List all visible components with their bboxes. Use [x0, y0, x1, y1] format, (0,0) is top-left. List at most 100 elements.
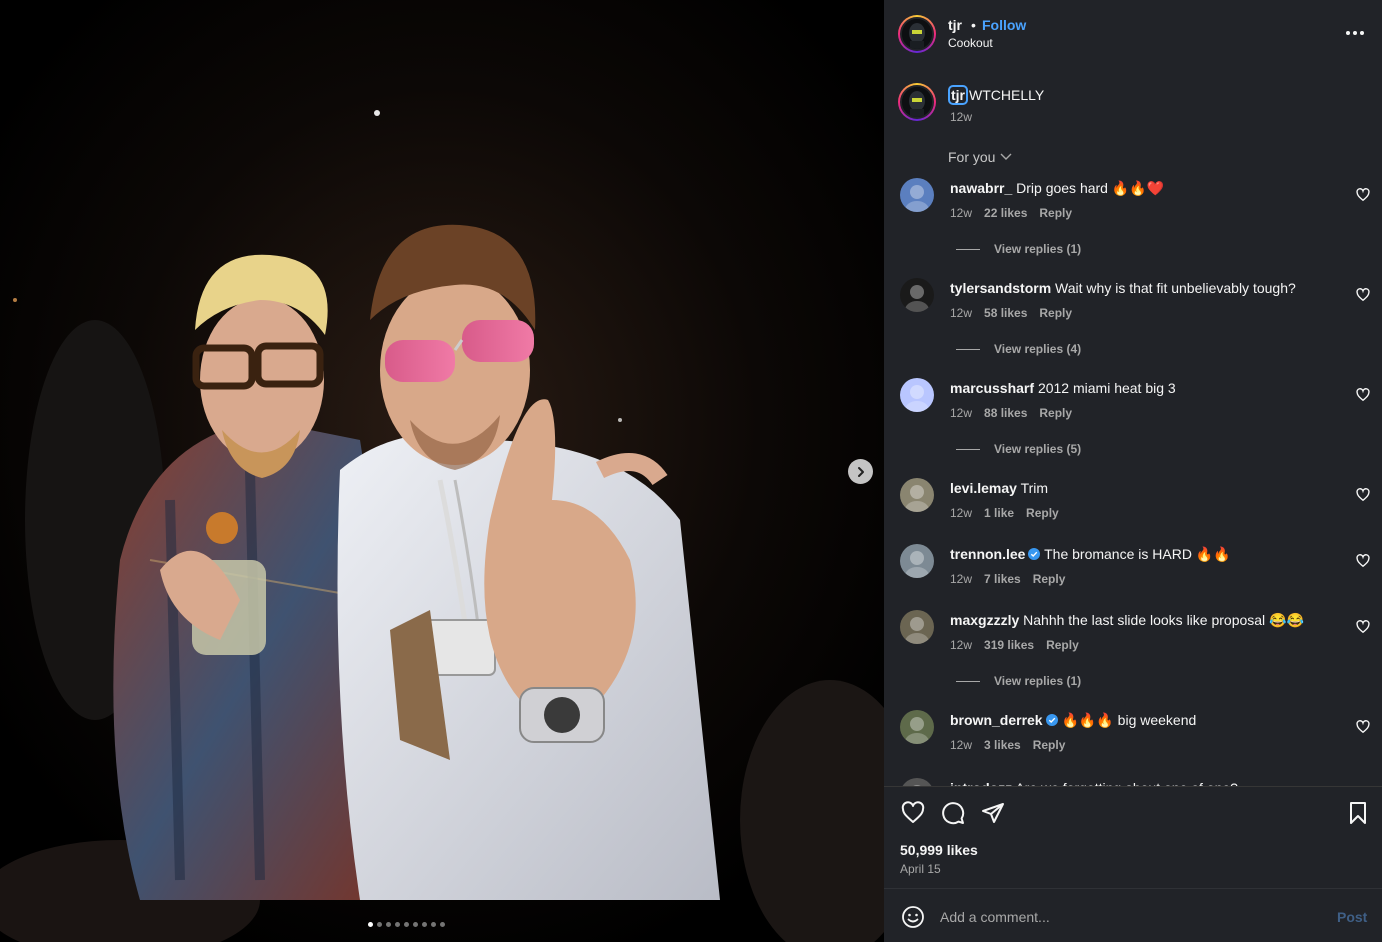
- comment-text: The bromance is HARD 🔥🔥: [1044, 546, 1231, 562]
- commenter-username[interactable]: brown_derrek: [950, 712, 1043, 728]
- carousel-dot: [431, 922, 436, 927]
- comment-meta: 12w 3 likes Reply: [950, 738, 1065, 752]
- commenter-username[interactable]: trennon.lee: [950, 546, 1025, 562]
- post-date[interactable]: April 15: [900, 862, 941, 876]
- verified-badge-icon: [1045, 714, 1058, 726]
- commenter-username[interactable]: levi.lemay: [950, 480, 1017, 496]
- comment-time[interactable]: 12w: [950, 638, 972, 652]
- comment-item: tylersandstorm Wait why is that fit unbe…: [884, 272, 1382, 368]
- commenter-avatar[interactable]: [900, 378, 934, 412]
- view-replies-button[interactable]: View replies (1): [956, 674, 1081, 688]
- comment-item: nawabrr_ Drip goes hard 🔥🔥❤️ 12w 22 like…: [884, 172, 1382, 268]
- heart-icon[interactable]: [1356, 488, 1370, 502]
- reply-button[interactable]: Reply: [1046, 638, 1079, 652]
- heart-icon[interactable]: [1356, 620, 1370, 634]
- comment-item: marcussharf 2012 miami heat big 3 12w 88…: [884, 372, 1382, 468]
- post-media[interactable]: [0, 0, 884, 942]
- divider: [884, 786, 1382, 787]
- commenter-avatar[interactable]: [900, 178, 934, 212]
- comment-body: marcussharf 2012 miami heat big 3: [950, 380, 1176, 396]
- comment-item: trennon.lee The bromance is HARD 🔥🔥 12w …: [884, 538, 1382, 598]
- comment-time[interactable]: 12w: [950, 506, 972, 520]
- commenter-avatar[interactable]: [900, 544, 934, 578]
- reply-button[interactable]: Reply: [1039, 306, 1072, 320]
- reply-button[interactable]: Reply: [1026, 506, 1059, 520]
- reply-button[interactable]: Reply: [1033, 738, 1066, 752]
- comment-body: maxgzzzly Nahhh the last slide looks lik…: [950, 612, 1304, 629]
- follow-button[interactable]: Follow: [982, 17, 1026, 33]
- carousel-dot: [440, 922, 445, 927]
- commenter-username[interactable]: marcussharf: [950, 380, 1034, 396]
- view-replies-button[interactable]: View replies (5): [956, 442, 1081, 456]
- comment-item: brown_derrek 🔥🔥🔥 big weekend 12w 3 likes…: [884, 704, 1382, 764]
- view-replies-label: View replies (1): [994, 242, 1082, 256]
- more-options-button[interactable]: [1346, 24, 1366, 42]
- comment-time[interactable]: 12w: [950, 306, 972, 320]
- comment-time[interactable]: 12w: [950, 738, 972, 752]
- post-header: tjr • Follow Cookout: [884, 0, 1382, 66]
- carousel-dot: [368, 922, 373, 927]
- comment-likes[interactable]: 88 likes: [984, 406, 1027, 420]
- heart-icon[interactable]: [1356, 188, 1370, 202]
- commenter-avatar[interactable]: [900, 778, 934, 786]
- post-comment-button[interactable]: Post: [1337, 909, 1367, 925]
- view-replies-label: View replies (5): [994, 442, 1082, 456]
- comment-meta: 12w 319 likes Reply: [950, 638, 1079, 652]
- caption-timestamp[interactable]: 12w: [950, 110, 972, 124]
- comment-likes[interactable]: 22 likes: [984, 206, 1027, 220]
- post-location[interactable]: Cookout: [948, 36, 993, 50]
- comment-time[interactable]: 12w: [950, 572, 972, 586]
- comment-meta: 12w 58 likes Reply: [950, 306, 1072, 320]
- reply-button[interactable]: Reply: [1033, 572, 1066, 586]
- comment-meta: 12w 7 likes Reply: [950, 572, 1065, 586]
- commenter-avatar[interactable]: [900, 278, 934, 312]
- commenter-avatar[interactable]: [900, 610, 934, 644]
- chevron-right-icon: [857, 466, 864, 477]
- comment-text: 🔥🔥🔥 big weekend: [1061, 712, 1197, 728]
- heart-icon[interactable]: [1356, 720, 1370, 734]
- post-photo: [0, 0, 884, 942]
- view-replies-button[interactable]: View replies (4): [956, 342, 1081, 356]
- paper-plane-icon[interactable]: [981, 801, 1005, 825]
- commenter-username[interactable]: nawabrr_: [950, 180, 1012, 196]
- heart-icon[interactable]: [1356, 388, 1370, 402]
- carousel-dot: [377, 922, 382, 927]
- caption-username[interactable]: tjr: [948, 85, 968, 105]
- commenter-username[interactable]: tylersandstorm: [950, 280, 1051, 296]
- heart-icon[interactable]: [1356, 554, 1370, 568]
- author-avatar[interactable]: [898, 15, 936, 53]
- comment-sort-dropdown[interactable]: For you: [948, 149, 1013, 165]
- heart-icon[interactable]: [1356, 288, 1370, 302]
- carousel-next-button[interactable]: [848, 459, 873, 484]
- caption-avatar[interactable]: [898, 83, 936, 121]
- comment-likes[interactable]: 3 likes: [984, 738, 1021, 752]
- comment-likes[interactable]: 7 likes: [984, 572, 1021, 586]
- like-count[interactable]: 50,999 likes: [900, 842, 978, 858]
- bookmark-icon[interactable]: [1346, 801, 1370, 825]
- view-replies-button[interactable]: View replies (1): [956, 242, 1081, 256]
- separator-dot: •: [971, 17, 976, 33]
- comment-time[interactable]: 12w: [950, 206, 972, 220]
- author-username[interactable]: tjr: [948, 17, 962, 33]
- comment-text: 2012 miami heat big 3: [1037, 380, 1176, 396]
- view-replies-label: View replies (4): [994, 342, 1082, 356]
- comment-input[interactable]: [940, 903, 1320, 931]
- comment-likes[interactable]: 58 likes: [984, 306, 1027, 320]
- carousel-dot: [422, 922, 427, 927]
- reply-button[interactable]: Reply: [1039, 206, 1072, 220]
- smiley-icon[interactable]: [901, 905, 925, 929]
- comments-list[interactable]: nawabrr_ Drip goes hard 🔥🔥❤️ 12w 22 like…: [884, 172, 1382, 786]
- comment-time[interactable]: 12w: [950, 406, 972, 420]
- reply-button[interactable]: Reply: [1039, 406, 1072, 420]
- comment-body: brown_derrek 🔥🔥🔥 big weekend: [950, 712, 1196, 729]
- commenter-username[interactable]: maxgzzzly: [950, 612, 1019, 628]
- comment-likes[interactable]: 319 likes: [984, 638, 1034, 652]
- carousel-indicator: [368, 922, 445, 927]
- comment-likes[interactable]: 1 like: [984, 506, 1014, 520]
- comment-icon[interactable]: [941, 801, 965, 825]
- commenter-avatar[interactable]: [900, 478, 934, 512]
- carousel-dot: [413, 922, 418, 927]
- heart-icon[interactable]: [901, 801, 925, 825]
- commenter-avatar[interactable]: [900, 710, 934, 744]
- comment-body: trennon.lee The bromance is HARD 🔥🔥: [950, 546, 1231, 563]
